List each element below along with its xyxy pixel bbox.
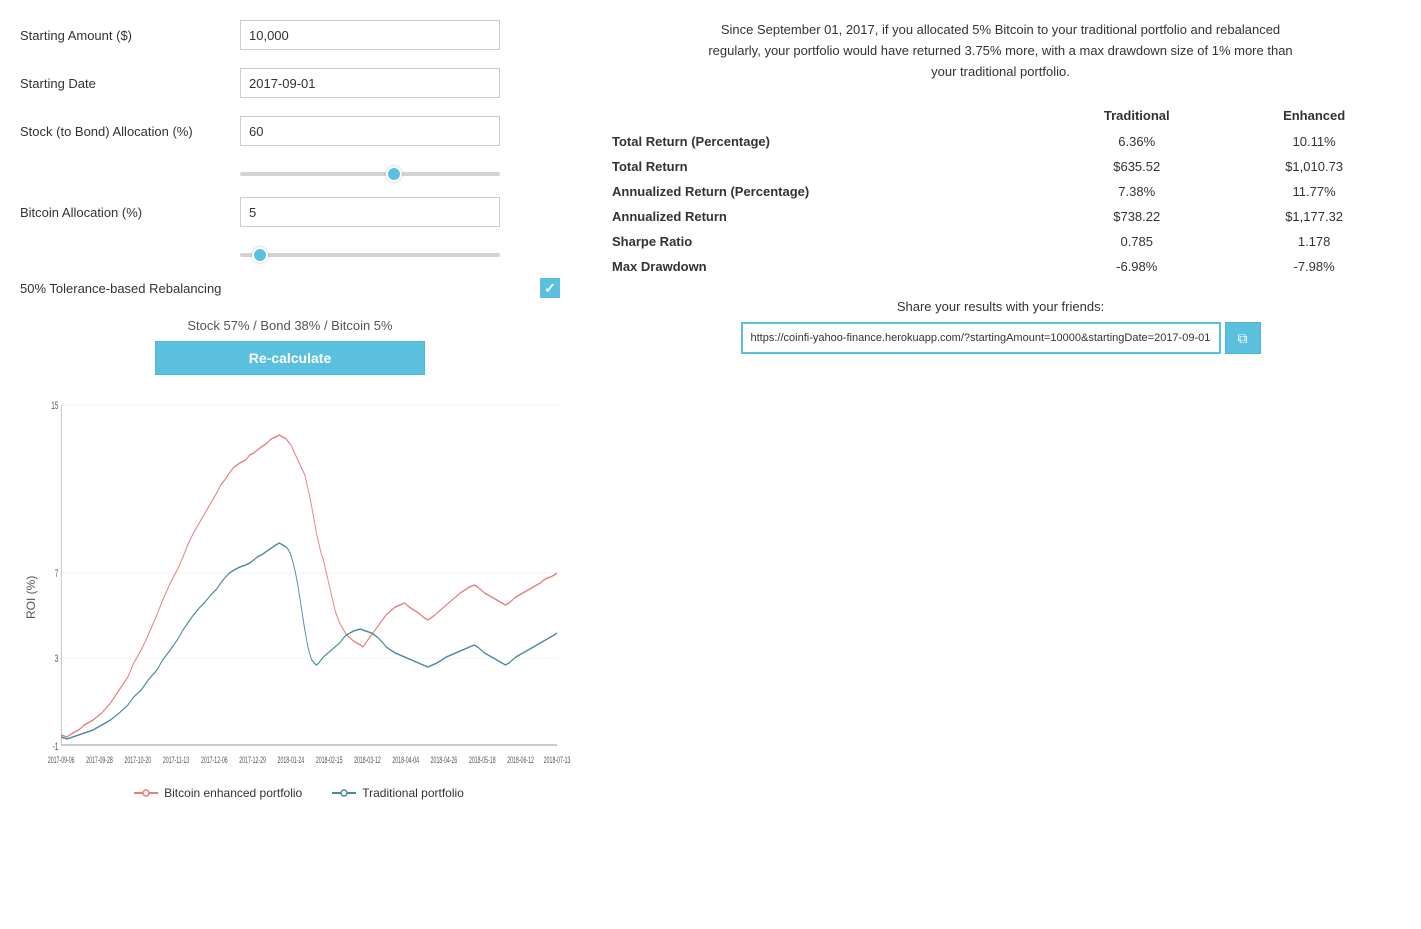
share-input-row: ⧉ — [600, 322, 1401, 354]
bitcoin-slider-container — [240, 245, 500, 260]
col-header-enhanced: Enhanced — [1227, 102, 1401, 129]
starting-date-row: Starting Date — [20, 68, 560, 98]
legend-bitcoin-label: Bitcoin enhanced portfolio — [164, 786, 302, 800]
bitcoin-alloc-row: Bitcoin Allocation (%) — [20, 197, 560, 227]
share-section: Share your results with your friends: ⧉ — [600, 299, 1401, 354]
col-header-empty — [600, 102, 1046, 129]
chart-area: 15 7 3 -1 — [38, 395, 560, 800]
svg-text:2017-09-06: 2017-09-06 — [48, 754, 75, 765]
bitcoin-slider-row — [20, 245, 560, 260]
row-enhanced: $1,177.32 — [1227, 204, 1401, 229]
left-panel: Starting Amount ($) Starting Date Stock … — [20, 20, 560, 800]
svg-text:2017-09-28: 2017-09-28 — [86, 754, 113, 765]
right-panel: Since September 01, 2017, if you allocat… — [600, 20, 1401, 800]
share-url-input[interactable] — [741, 322, 1221, 354]
legend-traditional: Traditional portfolio — [332, 786, 464, 800]
main-container: Starting Amount ($) Starting Date Stock … — [20, 20, 1401, 800]
share-label: Share your results with your friends: — [600, 299, 1401, 314]
svg-text:15: 15 — [51, 399, 58, 411]
bitcoin-alloc-label: Bitcoin Allocation (%) — [20, 205, 240, 220]
row-traditional: -6.98% — [1046, 254, 1227, 279]
stock-bond-input[interactable] — [240, 116, 500, 146]
row-enhanced: 10.11% — [1227, 129, 1401, 154]
row-label: Max Drawdown — [600, 254, 1046, 279]
svg-text:2018-06-12: 2018-06-12 — [507, 754, 534, 765]
stock-bond-slider[interactable] — [240, 172, 500, 176]
rebalancing-row: 50% Tolerance-based Rebalancing — [20, 278, 560, 298]
chart-svg: 15 7 3 -1 — [38, 395, 560, 775]
row-traditional: 0.785 — [1046, 229, 1227, 254]
row-traditional: 7.38% — [1046, 179, 1227, 204]
stock-bond-row: Stock (to Bond) Allocation (%) — [20, 116, 560, 146]
svg-text:2018-04-26: 2018-04-26 — [431, 754, 458, 765]
stock-bond-slider-row — [20, 164, 560, 179]
starting-amount-label: Starting Amount ($) — [20, 28, 240, 43]
svg-text:2017-11-13: 2017-11-13 — [163, 754, 189, 765]
table-row: Total Return (Percentage) 6.36% 10.11% — [600, 129, 1401, 154]
svg-text:2018-02-15: 2018-02-15 — [316, 754, 343, 765]
y-axis-label: ROI (%) — [20, 395, 38, 800]
row-label: Annualized Return — [600, 204, 1046, 229]
svg-text:3: 3 — [55, 652, 59, 664]
legend-traditional-icon — [332, 787, 356, 799]
svg-text:2018-04-04: 2018-04-04 — [392, 754, 419, 765]
stock-bond-slider-container — [240, 164, 500, 179]
table-row: Sharpe Ratio 0.785 1.178 — [600, 229, 1401, 254]
svg-text:2018-05-18: 2018-05-18 — [469, 754, 496, 765]
legend-bitcoin: Bitcoin enhanced portfolio — [134, 786, 302, 800]
allocation-display: Stock 57% / Bond 38% / Bitcoin 5% — [20, 318, 560, 333]
bitcoin-alloc-input[interactable] — [240, 197, 500, 227]
svg-text:2018-03-12: 2018-03-12 — [354, 754, 381, 765]
legend-bitcoin-icon — [134, 787, 158, 799]
chart-legend: Bitcoin enhanced portfolio Traditional p… — [38, 786, 560, 800]
row-label: Annualized Return (Percentage) — [600, 179, 1046, 204]
table-row: Annualized Return (Percentage) 7.38% 11.… — [600, 179, 1401, 204]
rebalancing-checkbox[interactable] — [540, 278, 560, 298]
starting-date-input[interactable] — [240, 68, 500, 98]
table-row: Annualized Return $738.22 $1,177.32 — [600, 204, 1401, 229]
table-row: Total Return $635.52 $1,010.73 — [600, 154, 1401, 179]
results-tbody: Total Return (Percentage) 6.36% 10.11% T… — [600, 129, 1401, 279]
row-label: Total Return — [600, 154, 1046, 179]
row-enhanced: 1.178 — [1227, 229, 1401, 254]
bitcoin-slider[interactable] — [240, 253, 500, 257]
row-traditional: 6.36% — [1046, 129, 1227, 154]
recalculate-button[interactable]: Re-calculate — [155, 341, 425, 375]
col-header-traditional: Traditional — [1046, 102, 1227, 129]
chart-section: ROI (%) — [20, 395, 560, 800]
row-label: Total Return (Percentage) — [600, 129, 1046, 154]
copy-icon: ⧉ — [1238, 330, 1248, 347]
row-enhanced: $1,010.73 — [1227, 154, 1401, 179]
row-label: Sharpe Ratio — [600, 229, 1046, 254]
svg-text:2017-12-29: 2017-12-29 — [239, 754, 266, 765]
svg-text:2017-10-20: 2017-10-20 — [124, 754, 151, 765]
copy-button[interactable]: ⧉ — [1225, 322, 1261, 354]
svg-text:2018-01-24: 2018-01-24 — [278, 754, 305, 765]
table-row: Max Drawdown -6.98% -7.98% — [600, 254, 1401, 279]
stock-bond-label: Stock (to Bond) Allocation (%) — [20, 124, 240, 139]
row-traditional: $635.52 — [1046, 154, 1227, 179]
row-enhanced: -7.98% — [1227, 254, 1401, 279]
results-header-row: Traditional Enhanced — [600, 102, 1401, 129]
svg-text:2018-07-13: 2018-07-13 — [544, 754, 571, 765]
starting-amount-row: Starting Amount ($) — [20, 20, 560, 50]
starting-amount-input[interactable] — [240, 20, 500, 50]
rebalancing-label: 50% Tolerance-based Rebalancing — [20, 281, 540, 296]
starting-date-label: Starting Date — [20, 76, 240, 91]
row-traditional: $738.22 — [1046, 204, 1227, 229]
svg-text:-1: -1 — [53, 740, 59, 752]
chart-wrapper: ROI (%) — [20, 395, 560, 800]
svg-text:2017-12-06: 2017-12-06 — [201, 754, 228, 765]
results-table: Traditional Enhanced Total Return (Perce… — [600, 102, 1401, 279]
summary-text: Since September 01, 2017, if you allocat… — [701, 20, 1301, 82]
row-enhanced: 11.77% — [1227, 179, 1401, 204]
legend-traditional-label: Traditional portfolio — [362, 786, 464, 800]
svg-text:7: 7 — [55, 567, 59, 579]
